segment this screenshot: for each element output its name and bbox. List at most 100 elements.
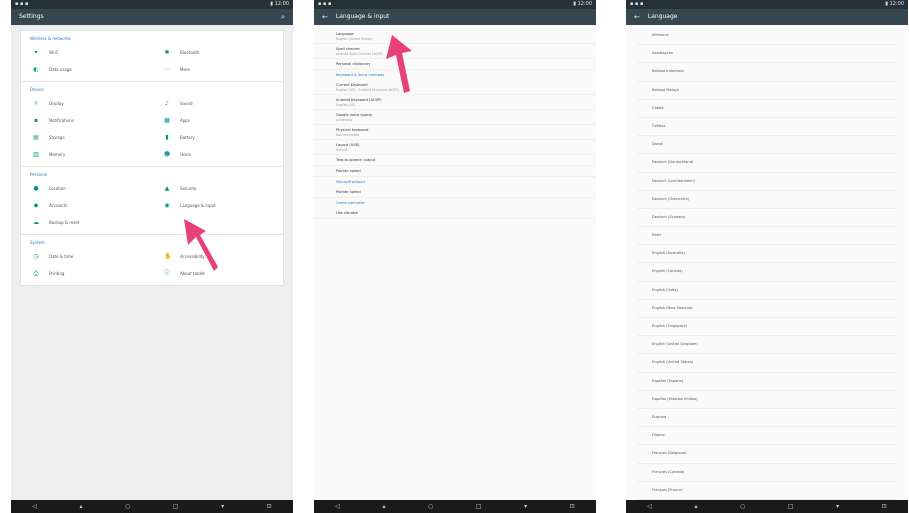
recents-icon[interactable]: □ bbox=[173, 503, 179, 510]
location-icon: ● bbox=[33, 184, 39, 192]
preference-item[interactable]: Use vibrator bbox=[314, 208, 596, 219]
list-item[interactable]: English (India) bbox=[638, 282, 896, 300]
settings-item-label: Sound bbox=[180, 101, 193, 106]
home-icon[interactable]: ○ bbox=[125, 503, 130, 510]
backup-icon: ☁ bbox=[33, 218, 39, 226]
settings-item-label: Location bbox=[49, 186, 66, 191]
search-icon[interactable]: ⌕ bbox=[281, 9, 285, 25]
home-icon[interactable]: ○ bbox=[740, 503, 745, 510]
settings-item[interactable]: ⎙ Printing bbox=[21, 265, 152, 282]
settings-screen: ▪ ▪ ▪ ▮ 12:00 Settings ⌕ Wireless & netw… bbox=[11, 0, 293, 513]
preference-item[interactable]: Language English (United States) bbox=[314, 29, 596, 44]
list-item[interactable]: Afrikaans bbox=[638, 27, 896, 46]
preference-item[interactable]: Spell checker Android Spell Checker (AOSP… bbox=[314, 44, 596, 59]
preference-item[interactable]: Physical keyboard Not connected bbox=[314, 125, 596, 140]
settings-item[interactable]: ▥ Memory bbox=[21, 146, 152, 163]
list-item[interactable]: English (Canada) bbox=[638, 263, 896, 282]
list-item[interactable]: Español (España) bbox=[638, 373, 896, 391]
list-item[interactable]: English (New Zealand) bbox=[638, 300, 896, 318]
settings-item[interactable]: ▾ Wi-Fi bbox=[21, 44, 152, 61]
preference-category: Mouse/trackpad bbox=[314, 177, 596, 187]
list-item[interactable]: Bahasa Melayu bbox=[638, 82, 896, 100]
language-input-screen: ▪ ▪ ▪ ▮ 12:00 ← Language & input Languag… bbox=[314, 0, 596, 513]
list-item[interactable]: Français (Belgique) bbox=[638, 445, 896, 464]
list-item[interactable]: Eesti bbox=[638, 227, 896, 246]
printing-icon: ⎙ bbox=[33, 269, 39, 277]
preference-item[interactable]: Text-to-speech output bbox=[314, 155, 596, 166]
settings-item[interactable]: ☁ Backup & reset bbox=[21, 214, 152, 231]
list-item[interactable]: Deutsch (Österreich) bbox=[638, 191, 896, 209]
volume-up-icon[interactable]: ▾ bbox=[524, 503, 527, 510]
list-item[interactable]: Euskara bbox=[638, 409, 896, 428]
back-arrow-icon[interactable]: ← bbox=[322, 9, 328, 25]
settings-item[interactable]: ▪ Notifications bbox=[21, 112, 152, 129]
settings-item[interactable]: ▮ Battery bbox=[152, 129, 283, 146]
settings-item[interactable]: ☻ Users bbox=[152, 146, 283, 163]
list-item[interactable]: English (Australia) bbox=[638, 245, 896, 264]
list-item[interactable]: Français (France) bbox=[638, 482, 896, 500]
settings-item[interactable]: ▤ Storage bbox=[21, 129, 152, 146]
settings-item[interactable]: ◉ Language & input bbox=[152, 197, 283, 214]
volume-down-icon[interactable]: ▴ bbox=[694, 503, 697, 510]
list-item[interactable]: Català bbox=[638, 100, 896, 118]
home-icon[interactable]: ○ bbox=[428, 503, 433, 510]
preference-item[interactable]: Pointer speed bbox=[314, 187, 596, 198]
settings-item[interactable]: ◐ Data usage bbox=[21, 61, 152, 78]
list-item[interactable]: English (United Kingdom) bbox=[638, 336, 896, 355]
display-icon: ☼ bbox=[33, 99, 39, 107]
settings-item[interactable]: ◷ Date & time bbox=[21, 248, 152, 265]
recents-icon[interactable]: □ bbox=[476, 503, 482, 510]
preference-item[interactable]: Current Keyboard English (US) - Android K… bbox=[314, 80, 596, 95]
list-item[interactable]: Deutsch (Deutschland) bbox=[638, 154, 896, 173]
recents-icon[interactable]: □ bbox=[788, 503, 794, 510]
settings-item[interactable]: ✱ Bluetooth bbox=[152, 44, 283, 61]
accessibility-icon: ✋ bbox=[164, 252, 172, 260]
screenshot-icon[interactable]: ⊡ bbox=[267, 503, 272, 510]
preference-item[interactable]: Pointer speed bbox=[314, 166, 596, 177]
list-item[interactable]: Dansk bbox=[638, 136, 896, 155]
list-item[interactable]: Čeština bbox=[638, 118, 896, 137]
list-item[interactable]: Español (Estados Unidos) bbox=[638, 391, 896, 409]
settings-item[interactable]: ▦ Apps bbox=[152, 112, 283, 129]
preference-summary: English (United States) bbox=[336, 37, 373, 41]
settings-item[interactable]: ⋯ More bbox=[152, 61, 283, 78]
list-item[interactable]: Deutsch (Schweiz) bbox=[638, 209, 896, 228]
list-item[interactable]: Bahasa Indonesia bbox=[638, 63, 896, 82]
settings-item-label: Backup & reset bbox=[49, 220, 80, 225]
list-item[interactable]: English (United States) bbox=[638, 354, 896, 373]
screenshot-icon[interactable]: ⊡ bbox=[882, 503, 887, 510]
accounts-icon: ◆ bbox=[33, 201, 39, 209]
list-item[interactable]: Filipino bbox=[638, 427, 896, 446]
preference-category: Keyboard & input methods bbox=[314, 70, 596, 80]
preference-item[interactable]: Personal dictionary bbox=[314, 59, 596, 70]
bluetooth-icon: ✱ bbox=[164, 48, 170, 56]
back-icon[interactable]: ◁ bbox=[335, 503, 340, 510]
volume-down-icon[interactable]: ▴ bbox=[79, 503, 82, 510]
list-item[interactable]: Deutsch (Liechtenstein) bbox=[638, 173, 896, 191]
settings-item[interactable]: ◆ Accounts bbox=[21, 197, 152, 214]
list-item[interactable]: English (Singapore) bbox=[638, 318, 896, 337]
screenshot-icon[interactable]: ⊡ bbox=[570, 503, 575, 510]
list-item[interactable]: Azərbaycan bbox=[638, 45, 896, 64]
preference-category: Game controller bbox=[314, 198, 596, 208]
status-left: ▪ ▪ ▪ bbox=[15, 1, 29, 7]
volume-up-icon[interactable]: ▾ bbox=[836, 503, 839, 510]
volume-up-icon[interactable]: ▾ bbox=[221, 503, 224, 510]
back-icon[interactable]: ◁ bbox=[647, 503, 652, 510]
preference-title: Keyboard & input methods bbox=[336, 73, 385, 77]
volume-down-icon[interactable]: ▴ bbox=[382, 503, 385, 510]
status-left: ▪ ▪ ▪ bbox=[630, 1, 644, 7]
back-arrow-icon[interactable]: ← bbox=[634, 9, 640, 25]
settings-item[interactable]: ♪ Sound bbox=[152, 95, 283, 112]
settings-item[interactable]: ● Location bbox=[21, 180, 152, 197]
settings-item[interactable]: ☼ Display bbox=[21, 95, 152, 112]
list-item[interactable]: Français (Canada) bbox=[638, 464, 896, 482]
back-icon[interactable]: ◁ bbox=[32, 503, 37, 510]
preference-item[interactable]: Layout (USB) Default bbox=[314, 140, 596, 155]
status-left: ▪ ▪ ▪ bbox=[318, 1, 332, 7]
settings-item[interactable]: ▲ Security bbox=[152, 180, 283, 197]
preference-summary: Default bbox=[336, 148, 348, 152]
settings-item-label: Printing bbox=[49, 271, 65, 276]
preference-item[interactable]: Android Keyboard (AOSP) English (US) bbox=[314, 95, 596, 110]
preference-item[interactable]: Google voice typing Automatic bbox=[314, 110, 596, 125]
